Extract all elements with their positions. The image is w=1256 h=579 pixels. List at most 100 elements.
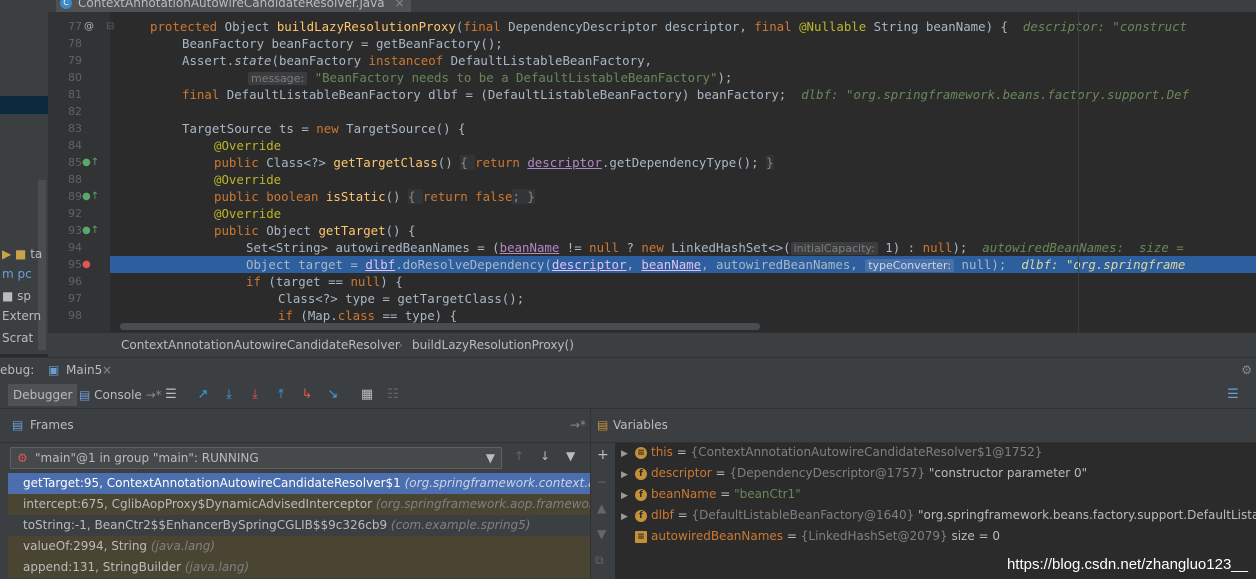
editor-file-tab[interactable]: C ContextAnnotationAutowireCandidateReso… xyxy=(56,0,411,12)
code-line-77[interactable]: protected Object buildLazyResolutionProx… xyxy=(150,18,1187,35)
evaluate-expression-icon[interactable]: ▦ xyxy=(358,386,376,404)
move-down-icon[interactable]: ▼ xyxy=(597,527,606,541)
project-item-external-libraries[interactable]: Extern xyxy=(2,306,41,326)
remove-watch-icon[interactable]: − xyxy=(597,475,607,489)
menu-lines-icon[interactable]: ☰ xyxy=(162,386,180,404)
thread-selector[interactable]: ⚙ "main"@1 in group "main": RUNNING ▼ xyxy=(10,447,502,469)
frame-row[interactable]: valueOf:2994, String (java.lang) xyxy=(8,536,590,557)
close-session-icon[interactable]: × xyxy=(102,358,112,382)
add-watch-icon[interactable]: + xyxy=(597,447,609,463)
line-number: 98 xyxy=(68,309,82,322)
frames-title: Frames xyxy=(30,418,74,432)
watermark: https://blog.csdn.net/zhangluo123__ xyxy=(1006,556,1248,573)
step-out-icon[interactable]: ⤒ xyxy=(272,386,290,404)
pin-arrow-icon[interactable]: →* xyxy=(570,409,586,442)
code-line-80[interactable]: message: "BeanFactory needs to be a Defa… xyxy=(248,69,732,86)
variable-row-beanName[interactable]: ▶ f beanName = "beanCtr1" xyxy=(621,484,801,505)
project-item-scratches[interactable]: Scrat xyxy=(2,328,33,348)
variables-panel: ▤ Variables + − ▲ ▼ ⧉ ▶ ≡ this = {ContextA… xyxy=(591,409,1256,579)
step-over-icon[interactable]: ⤓ xyxy=(220,386,238,404)
line-number: 80 xyxy=(68,71,82,84)
code-line-85[interactable]: public Class<?> getTargetClass() { retur… xyxy=(214,154,774,171)
frame-row[interactable]: intercept:675, CglibAopProxy$DynamicAdvi… xyxy=(8,494,590,515)
code-line-94[interactable]: Set<String> autowiredBeanNames = (beanNa… xyxy=(246,239,1184,256)
variable-row-descriptor[interactable]: ▶ f descriptor = {DependencyDescriptor@175… xyxy=(621,463,1087,484)
trace-icon[interactable]: ☷ xyxy=(384,386,402,404)
variable-row-dlbf[interactable]: ▶ f dlbf = {DefaultListableBeanFactory@164… xyxy=(621,505,1256,526)
tab-console[interactable]: ▤ Console →* xyxy=(74,384,167,406)
layout-settings-icon[interactable]: ☰ xyxy=(1224,386,1242,404)
show-execution-point-icon[interactable]: ↗ xyxy=(194,386,212,404)
line-number: 92 xyxy=(68,207,82,220)
implements-marker-icon[interactable]: ●↑ xyxy=(82,188,99,205)
project-item-package[interactable]: ■ sp xyxy=(2,286,31,306)
code-editor[interactable]: protected Object buildLazyResolutionProx… xyxy=(110,12,1256,332)
breakpoint-icon[interactable]: ● xyxy=(82,256,91,273)
editor-horizontal-scrollbar[interactable] xyxy=(120,323,760,330)
field-icon: ≡ xyxy=(635,446,647,459)
code-line-88[interactable]: @Override xyxy=(214,171,281,188)
code-line-93[interactable]: public Object getTarget() { xyxy=(214,222,415,239)
variable-row-this[interactable]: ▶ ≡ this = {ContextAnnotationAutowireCandi… xyxy=(621,442,1042,463)
project-item-module[interactable]: m pc xyxy=(2,264,32,284)
expand-arrow-icon[interactable]: ▶ xyxy=(621,507,635,528)
move-up-icon[interactable]: ▲ xyxy=(597,501,606,515)
frames-header: ▤ Frames →* xyxy=(0,409,590,443)
debugger-toolbar: Debugger ▤ Console →* ☰ ↗ ⤓ ⤓ ⤒ ↳ ↘ ▦ ☷ … xyxy=(0,382,1256,409)
project-tool-window: ▶ ■ ta m pc ■ sp Extern Scrat xyxy=(0,0,49,354)
variable-row-autowiredBeanNames[interactable]: ≡ autowiredBeanNames = {LinkedHashSet@207… xyxy=(621,526,1000,547)
variables-side-toolbar: + − ▲ ▼ ⧉ xyxy=(591,443,615,579)
close-tab-icon[interactable]: × xyxy=(394,0,404,10)
line-number: 79 xyxy=(68,54,82,67)
code-line-95-execution-point[interactable]: Object target = dlbf.doResolveDependency… xyxy=(110,256,1256,273)
next-frame-icon[interactable]: ↓ xyxy=(540,449,550,463)
filter-icon[interactable]: ▼ xyxy=(566,449,575,463)
debug-session-tab[interactable]: Main5 xyxy=(66,358,102,382)
parameter-hint: initialCapacity: xyxy=(790,242,878,255)
settings-gear-icon[interactable]: ⚙ xyxy=(1241,358,1252,382)
frame-row[interactable]: toString:-1, BeanCtr2$$EnhancerBySpringC… xyxy=(8,515,590,536)
drop-frame-icon[interactable]: ↳ xyxy=(298,386,316,404)
pin-arrow-icon: →* xyxy=(141,388,162,402)
expand-arrow-icon[interactable]: ▶ xyxy=(621,486,635,507)
copy-icon[interactable]: ⧉ xyxy=(595,553,604,568)
breadcrumb-class[interactable]: ContextAnnotationAutowireCandidateResolv… xyxy=(121,333,400,357)
editor-gutter[interactable]: 77 78 79 80 81 82 83 84 85 88 89 92 93 9… xyxy=(48,12,114,332)
code-line-98[interactable]: if (Map.class == type) { xyxy=(278,307,457,324)
line-number: 83 xyxy=(68,122,82,135)
code-line-79[interactable]: Assert.state(beanFactory instanceof Defa… xyxy=(182,52,652,69)
tab-debugger-label: Debugger xyxy=(13,388,73,402)
thread-selected-value: "main"@1 in group "main": RUNNING xyxy=(35,451,259,465)
chevron-down-icon: ▼ xyxy=(485,451,495,465)
code-line-97[interactable]: Class<?> type = getTargetClass(); xyxy=(278,290,524,307)
project-item-folder[interactable]: ▶ ■ ta xyxy=(2,244,42,264)
tab-debugger[interactable]: Debugger xyxy=(8,384,78,406)
breadcrumb: ContextAnnotationAutowireCandidateResolv… xyxy=(48,332,1256,357)
run-to-cursor-icon[interactable]: ↘ xyxy=(324,386,342,404)
tab-label: ContextAnnotationAutowireCandidateResolv… xyxy=(78,0,385,10)
line-number: 94 xyxy=(68,241,82,254)
code-line-81[interactable]: final DefaultListableBeanFactory dlbf = … xyxy=(182,86,1189,103)
implements-marker-icon[interactable]: ●↑ xyxy=(82,222,99,239)
code-line-78[interactable]: BeanFactory beanFactory = getBeanFactory… xyxy=(182,35,503,52)
local-variable-icon: ≡ xyxy=(635,530,647,543)
code-line-84[interactable]: @Override xyxy=(214,137,281,154)
code-line-92[interactable]: @Override xyxy=(214,205,281,222)
frame-row[interactable]: getTarget:95, ContextAnnotationAutowireC… xyxy=(8,473,590,494)
previous-frame-icon[interactable]: ↑ xyxy=(514,449,524,463)
frame-row[interactable]: append:131, StringBuilder (java.lang) xyxy=(8,557,590,578)
code-line-83[interactable]: TargetSource ts = new TargetSource() { xyxy=(182,120,465,137)
right-margin-guide xyxy=(1078,12,1079,332)
code-line-96[interactable]: if (target == null) { xyxy=(246,273,403,290)
project-selected-row[interactable] xyxy=(0,96,48,114)
override-marker-icon[interactable]: @ xyxy=(84,18,94,35)
variables-icon: ▤ xyxy=(597,418,609,432)
expand-arrow-icon[interactable]: ▶ xyxy=(621,465,635,486)
code-line-89[interactable]: public boolean isStatic() { return false… xyxy=(214,188,535,205)
line-number: 93 xyxy=(68,224,82,237)
force-step-into-icon[interactable]: ⤓ xyxy=(246,386,264,404)
breadcrumb-method[interactable]: buildLazyResolutionProxy() xyxy=(412,333,574,357)
expand-arrow-icon[interactable]: ▶ xyxy=(621,444,635,465)
editor-tab-bar: C ContextAnnotationAutowireCandidateReso… xyxy=(48,0,1256,12)
implements-marker-icon[interactable]: ●↑ xyxy=(82,154,99,171)
